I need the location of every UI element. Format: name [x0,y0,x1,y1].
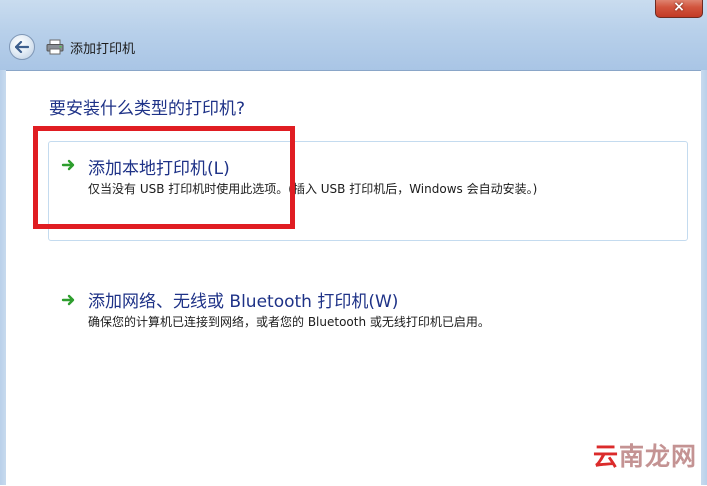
add-local-printer-option[interactable]: 添加本地打印机(L) 仅当没有 USB 打印机时使用此选项。(插入 USB 打印… [48,141,688,241]
watermark: 云南龙网 [593,437,697,473]
close-icon: × [673,0,685,15]
add-network-printer-description: 确保您的计算机已连接到网络，或者您的 Bluetooth 或无线打印机已启用。 [88,315,490,329]
window-title: 添加打印机 [70,41,136,57]
back-arrow-icon [15,41,29,53]
window-title-bar: 添加打印机 [46,37,135,57]
close-button[interactable]: × [655,0,703,18]
page-heading: 要安装什么类型的打印机? [49,99,246,119]
add-network-printer-option[interactable]: 添加网络、无线或 Bluetooth 打印机(W) 确保您的计算机已连接到网络，… [48,276,688,346]
green-arrow-icon [61,294,75,306]
add-local-printer-title: 添加本地打印机(L) [88,159,230,179]
watermark-rest: 南龙网 [618,442,697,471]
window-frame-right [701,70,707,485]
green-arrow-icon [61,159,75,171]
add-local-printer-description: 仅当没有 USB 打印机时使用此选项。(插入 USB 打印机后，Windows … [88,182,538,196]
watermark-lead: 云 [592,442,619,471]
add-network-printer-title: 添加网络、无线或 Bluetooth 打印机(W) [88,292,399,312]
printer-icon [46,39,64,55]
back-button[interactable] [9,34,35,60]
window-frame-top: × 添加打印机 [0,0,707,70]
